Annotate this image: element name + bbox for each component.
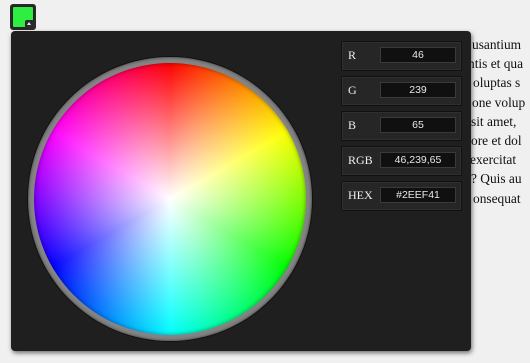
field-r-input[interactable]: [380, 47, 456, 63]
field-b: B: [341, 111, 462, 141]
field-rgb: RGB: [341, 146, 462, 176]
article-line: oluptas s: [473, 75, 521, 91]
article-line: usantium: [472, 37, 522, 52]
article-line: exercitat: [470, 152, 517, 168]
field-g-label: G: [348, 83, 357, 97]
article-line: onsequat: [473, 190, 521, 206]
color-value-fields: R G B RGB HEX: [341, 41, 462, 216]
dropdown-arrow-icon: [25, 20, 34, 28]
background-article-text: usantium ntis et qua oluptas s one volup…: [470, 35, 530, 208]
color-picker-panel: R G B RGB HEX: [11, 31, 471, 351]
field-hex-label: HEX: [348, 188, 373, 202]
field-rgb-label: RGB: [348, 153, 373, 167]
field-r-label: R: [348, 48, 357, 62]
article-line: ore et dol: [471, 133, 522, 149]
article-line: sit amet,: [471, 113, 517, 129]
color-wheel-frame: [28, 57, 312, 341]
page: usantium ntis et qua oluptas s one volup…: [0, 0, 530, 363]
field-b-input[interactable]: [380, 117, 456, 133]
article-line: ? Quis au: [471, 171, 522, 187]
article-line: one volup: [472, 94, 526, 110]
color-swatch-button[interactable]: [10, 4, 36, 30]
field-g: G: [341, 76, 462, 106]
color-wheel[interactable]: [34, 63, 306, 335]
field-hex: HEX: [341, 181, 462, 211]
field-r: R: [341, 41, 462, 71]
field-hex-input[interactable]: [380, 187, 456, 203]
field-rgb-input[interactable]: [380, 152, 456, 168]
article-line: ntis et qua: [470, 56, 524, 72]
color-wheel-shading: [34, 63, 306, 335]
field-g-input[interactable]: [380, 82, 456, 98]
field-b-label: B: [348, 118, 357, 132]
